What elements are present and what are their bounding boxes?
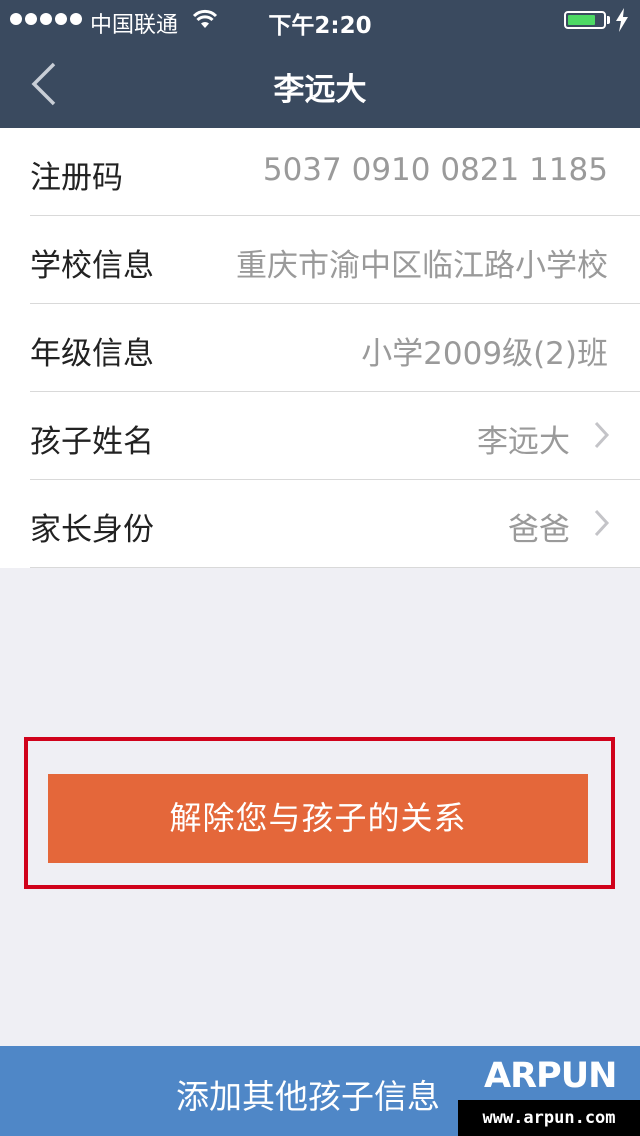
unbind-child-button[interactable]: 解除您与孩子的关系 (48, 774, 588, 863)
row-value: 5037 0910 0821 1185 (262, 152, 608, 188)
nav-bar: 李远大 (0, 40, 640, 128)
watermark-url: www.arpun.com (458, 1100, 640, 1136)
chevron-right-icon (594, 509, 610, 537)
info-list: 注册码 5037 0910 0821 1185 学校信息 重庆市渝中区临江路小学… (0, 128, 640, 568)
info-row-parent-role[interactable]: 家长身份 爸爸 (30, 480, 640, 568)
lightning-icon (616, 8, 628, 32)
status-bar: 中国联通 下午2:20 (0, 0, 640, 40)
info-row-grade: 年级信息 小学2009级(2)班 (30, 304, 640, 392)
info-row-school: 学校信息 重庆市渝中区临江路小学校 (30, 216, 640, 304)
battery-icon (564, 11, 606, 29)
page-title: 李远大 (273, 72, 367, 108)
row-value: 小学2009级(2)班 (361, 336, 608, 372)
chevron-right-icon (594, 421, 610, 449)
add-child-label: 添加其他孩子信息 (176, 1077, 440, 1116)
status-time: 下午2:20 (268, 13, 372, 39)
info-row-child-name[interactable]: 孩子姓名 李远大 (30, 392, 640, 480)
row-label: 孩子姓名 (30, 424, 154, 460)
battery-tip (607, 16, 610, 24)
info-row-registration-code: 注册码 5037 0910 0821 1185 (30, 128, 640, 216)
battery-fill (568, 15, 595, 25)
row-value: 重庆市渝中区临江路小学校 (236, 248, 608, 284)
row-label: 年级信息 (30, 336, 154, 372)
watermark-logo: ARPUN (484, 1056, 617, 1096)
row-label: 家长身份 (30, 512, 154, 548)
row-value: 爸爸 (508, 512, 570, 548)
row-value: 李远大 (477, 424, 570, 460)
row-label: 注册码 (30, 160, 123, 196)
row-label: 学校信息 (30, 248, 154, 284)
